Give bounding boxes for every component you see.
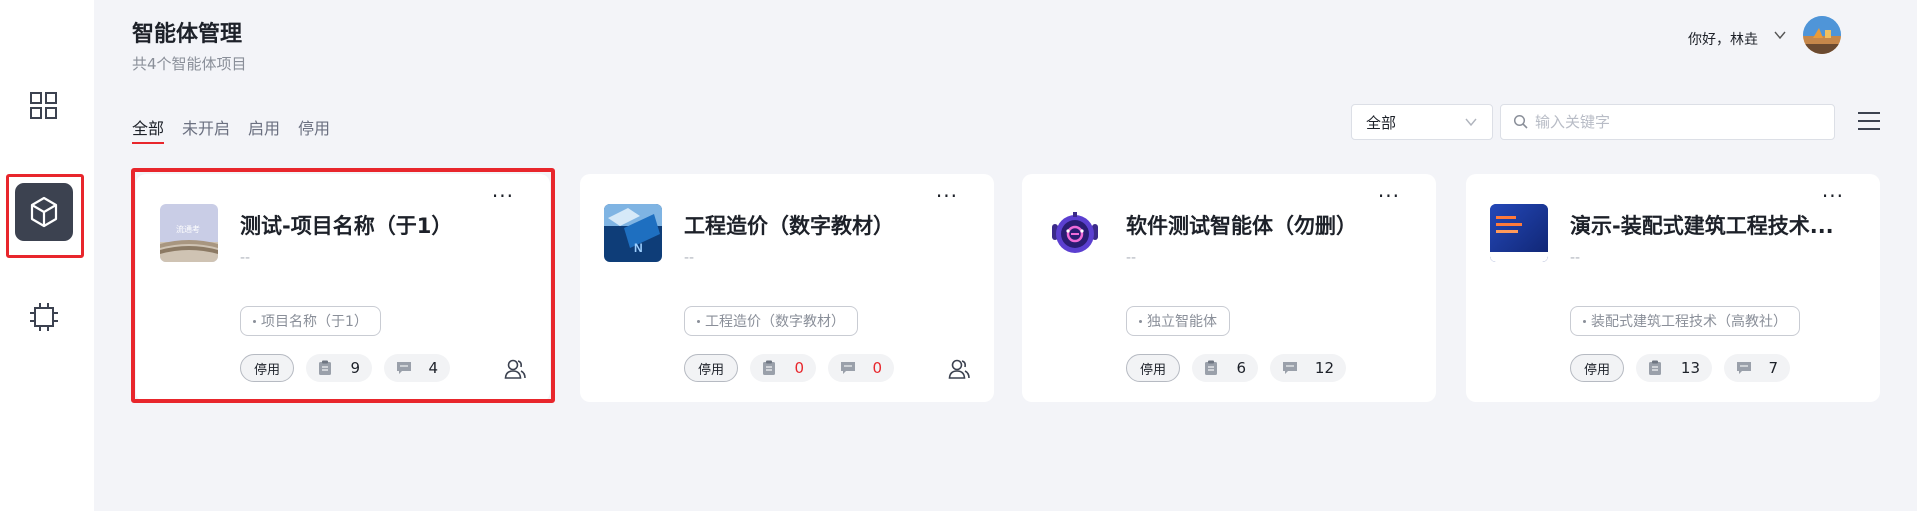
sidebar — [0, 0, 94, 511]
agent-card[interactable]: ··· N 工程造价（数字教材） -- 工程造价（数字教材） 停用 0 0 — [580, 174, 994, 402]
bullet-dot — [1583, 319, 1586, 323]
card-title: 工程造价（数字教材） — [684, 214, 894, 238]
card-tag: 独立智能体 — [1126, 306, 1230, 336]
cube-icon — [30, 196, 58, 228]
user-greeting[interactable]: 你好，林垚 — [1688, 29, 1758, 49]
chat-icon — [1283, 362, 1298, 374]
message-count-value: 0 — [872, 359, 883, 377]
document-count-value: 9 — [350, 359, 361, 377]
clipboard-icon — [763, 360, 776, 375]
search-box — [1500, 104, 1835, 140]
message-count: 0 — [828, 354, 895, 382]
document-count: 9 — [306, 354, 373, 382]
card-thumbnail — [1046, 204, 1104, 262]
card-footer: 停用 13 7 — [1570, 354, 1791, 382]
more-icon[interactable]: ··· — [1378, 186, 1400, 206]
agent-card[interactable]: ··· 软件测试智能体（勿删） -- 独立智能体 停用 6 12 — [1022, 174, 1436, 402]
card-description: -- — [1126, 250, 1137, 266]
card-footer: 停用 9 4 — [240, 354, 451, 382]
users-icon[interactable] — [948, 358, 970, 380]
sidebar-item-tools[interactable] — [28, 301, 60, 333]
bullet-dot — [1139, 319, 1142, 323]
card-title: 演示-装配式建筑工程技术... — [1570, 214, 1834, 238]
card-tag-label: 项目名称（于1） — [261, 314, 368, 330]
sidebar-item-agents[interactable] — [15, 183, 73, 241]
clipboard-icon — [319, 360, 332, 375]
status-select[interactable]: 全部 — [1351, 104, 1493, 140]
message-count-value: 12 — [1314, 359, 1335, 377]
card-footer: 停用 0 0 — [684, 354, 895, 382]
sidebar-item-dashboard[interactable] — [28, 90, 60, 122]
document-count: 6 — [1192, 354, 1259, 382]
card-description: -- — [240, 250, 251, 266]
agent-card[interactable]: ··· 演示-装配式建筑工程技术... -- 装配式建筑工程技术（高教社） 停用 — [1466, 174, 1880, 402]
users-icon[interactable] — [504, 358, 526, 380]
document-count-value: 13 — [1680, 359, 1701, 377]
tab-not-started[interactable]: 未开启 — [182, 115, 230, 144]
card-tag: 工程造价（数字教材） — [684, 306, 858, 336]
document-count: 0 — [750, 354, 817, 382]
page-title: 智能体管理 — [132, 22, 243, 47]
status-badge[interactable]: 停用 — [1126, 354, 1181, 382]
card-title: 软件测试智能体（勿删） — [1126, 214, 1357, 238]
message-count-value: 4 — [428, 359, 439, 377]
chat-icon — [1737, 362, 1752, 374]
chevron-down-icon[interactable] — [1773, 28, 1787, 42]
card-tag-label: 装配式建筑工程技术（高教社） — [1591, 314, 1787, 330]
card-footer: 停用 6 12 — [1126, 354, 1347, 382]
tab-all[interactable]: 全部 — [132, 115, 165, 144]
tab-disabled[interactable]: 停用 — [298, 115, 330, 144]
chat-icon — [841, 362, 856, 374]
clipboard-icon — [1649, 360, 1662, 375]
message-count: 4 — [384, 354, 451, 382]
chat-icon — [397, 362, 412, 374]
message-count: 12 — [1270, 354, 1347, 382]
message-count: 7 — [1724, 354, 1791, 382]
card-tag-label: 独立智能体 — [1147, 314, 1217, 330]
message-count-value: 7 — [1768, 359, 1779, 377]
card-thumbnail: 流通考 — [160, 204, 218, 262]
bullet-dot — [697, 319, 700, 323]
more-icon[interactable]: ··· — [936, 186, 958, 206]
status-badge[interactable]: 停用 — [1570, 354, 1625, 382]
svg-text:N: N — [634, 241, 643, 255]
more-icon[interactable]: ··· — [1822, 186, 1844, 206]
page-subtitle: 共4个智能体项目 — [132, 55, 247, 73]
more-icon[interactable]: ··· — [492, 186, 514, 206]
search-icon — [1513, 114, 1528, 129]
card-description: -- — [684, 250, 695, 266]
bullet-dot — [253, 319, 256, 323]
avatar[interactable] — [1803, 16, 1841, 54]
card-thumbnail — [1490, 204, 1548, 262]
status-tabs: 全部 未开启 启用 停用 — [132, 115, 348, 144]
agent-card[interactable]: ··· 流通考 测试-项目名称（于1） -- 项目名称（于1） 停用 9 4 — [136, 174, 550, 402]
search-input[interactable] — [1535, 113, 1815, 131]
clipboard-icon — [1205, 360, 1218, 375]
card-tag-label: 工程造价（数字教材） — [705, 314, 845, 330]
document-count-value: 0 — [794, 359, 805, 377]
chevron-down-icon — [1465, 118, 1477, 127]
card-tag: 装配式建筑工程技术（高教社） — [1570, 306, 1800, 336]
status-select-value: 全部 — [1366, 113, 1397, 132]
card-tag: 项目名称（于1） — [240, 306, 381, 336]
card-title: 测试-项目名称（于1） — [240, 214, 453, 238]
grid-icon — [30, 92, 57, 119]
avatar-image — [1803, 16, 1841, 54]
card-thumbnail: N — [604, 204, 662, 262]
status-badge[interactable]: 停用 — [684, 354, 739, 382]
status-badge[interactable]: 停用 — [240, 354, 295, 382]
tab-enabled[interactable]: 启用 — [248, 115, 280, 144]
list-view-icon[interactable] — [1856, 108, 1882, 134]
document-count: 13 — [1636, 354, 1713, 382]
thumbnail-caption: 流通考 — [176, 225, 200, 234]
document-count-value: 6 — [1236, 359, 1247, 377]
crop-icon — [30, 303, 58, 331]
card-description: -- — [1570, 250, 1581, 266]
